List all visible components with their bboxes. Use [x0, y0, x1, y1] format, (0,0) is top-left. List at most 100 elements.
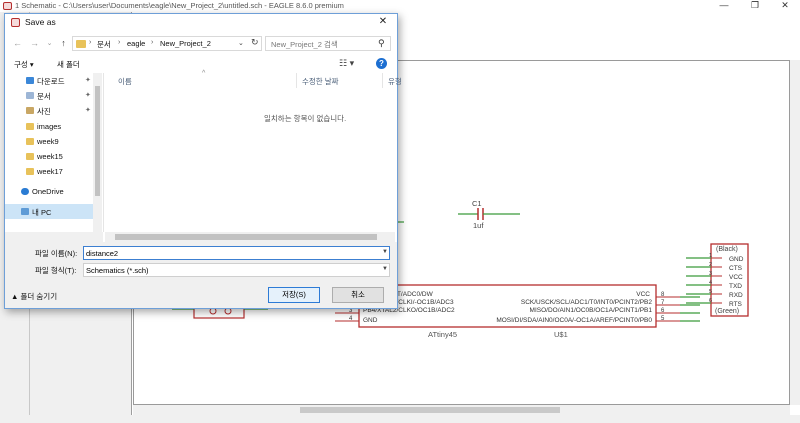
save-form: 파일 이름(N): distance2 ▼ 파일 형식(T): Schemati… — [5, 242, 397, 308]
filename-label: 파일 이름(N): — [35, 249, 78, 258]
ftdi-pin-number: 6 — [709, 298, 712, 304]
attiny-pin-label: MISO/DO/AIN1/OC0B/OC1A/PCINT1/PB1 — [530, 307, 653, 314]
save-button[interactable]: 저장(S) — [268, 287, 320, 303]
c1-value: 1uf — [473, 221, 484, 230]
file-list[interactable]: 이름 ^ 수정한 날짜 유형 일치하는 항목이 없습니다. — [103, 70, 402, 232]
download-folder-icon — [26, 77, 34, 84]
nav-pane-horizontal-scrollbar[interactable] — [5, 232, 103, 242]
ftdi-pins: GND CTS VCC TXD RXD RTS 1 2 3 4 5 6 — [686, 253, 744, 308]
search-placeholder: New_Project_2 검색 — [271, 40, 338, 49]
ftdi-pin-number: 1 — [709, 253, 712, 259]
refresh-icon[interactable]: ↻ — [251, 37, 259, 48]
nav-item-label: week17 — [37, 167, 63, 176]
file-list-scroll-thumb[interactable] — [115, 234, 377, 240]
command-bar: 구성 ▾ 새 폴더 ☷ ▾ ? — [5, 57, 397, 72]
breadcrumb-separator: › — [118, 39, 121, 46]
search-input[interactable]: New_Project_2 검색 ⚲ — [265, 36, 391, 51]
chevron-up-icon: ▲ — [11, 292, 21, 301]
folder-icon — [26, 168, 34, 175]
column-header-date-modified[interactable]: 수정한 날짜 — [302, 76, 339, 87]
column-header-name[interactable]: 이름 — [118, 76, 132, 87]
nav-item-label: OneDrive — [32, 187, 64, 196]
folder-icon — [26, 123, 34, 130]
save-as-dialog: Save as ✕ ← → ⌄ ↑ › 문서 › eagle › New_Pro… — [4, 13, 402, 309]
column-divider[interactable] — [382, 73, 383, 88]
address-dropdown-chevron-icon[interactable]: ⌄ — [238, 39, 244, 47]
dialog-title: Save as — [25, 17, 56, 27]
nav-item-label: week9 — [37, 137, 59, 146]
help-icon[interactable]: ? — [376, 58, 387, 69]
hide-folders-label: 폴더 숨기기 — [20, 292, 58, 301]
computer-icon — [21, 208, 29, 215]
navigation-pane: 다운로드 ✦ 문서 ✦ 사진 ✦ images week9 week15 wee… — [5, 73, 103, 232]
filetype-dropdown-chevron-icon[interactable]: ▼ — [382, 266, 388, 272]
empty-folder-message: 일치하는 항목이 없습니다. — [264, 114, 347, 123]
view-options-icon[interactable]: ☷ ▾ — [339, 58, 354, 69]
search-icon: ⚲ — [378, 38, 385, 48]
onedrive-cloud-icon — [21, 188, 29, 195]
ftdi-pin-label: RXD — [729, 292, 743, 299]
column-divider[interactable] — [296, 73, 297, 88]
attiny-pin-label: SCK/USCK/SCL/ADC1/T0/INT0/PCINT2/PB2 — [521, 299, 653, 306]
filename-input[interactable]: distance2 ▼ — [83, 246, 390, 260]
nav-item-onedrive[interactable]: OneDrive — [5, 184, 93, 199]
nav-item-week9[interactable]: week9 — [5, 134, 93, 149]
eagle-dialog-icon — [11, 18, 20, 27]
forward-arrow-icon[interactable]: → — [28, 37, 41, 50]
attiny-pin-label: GND — [363, 317, 378, 324]
nav-item-pictures[interactable]: 사진 ✦ — [5, 103, 93, 118]
pin-icon: ✦ — [85, 107, 91, 114]
documents-folder-icon — [26, 92, 34, 99]
back-arrow-icon[interactable]: ← — [11, 37, 24, 50]
nav-item-label: week15 — [37, 152, 63, 161]
nav-item-label: 사진 — [37, 107, 51, 116]
nav-item-label: 내 PC — [32, 208, 52, 217]
nav-item-downloads[interactable]: 다운로드 ✦ — [5, 73, 93, 88]
recent-locations-chevron-icon[interactable]: ⌄ — [43, 37, 56, 50]
filename-value: distance2 — [86, 249, 119, 258]
ftdi-pin-number: 2 — [709, 262, 712, 268]
up-arrow-icon[interactable]: ↑ — [57, 37, 70, 50]
cancel-button[interactable]: 취소 — [332, 287, 384, 303]
nav-item-week17[interactable]: week17 — [5, 164, 93, 179]
hide-folders-toggle[interactable]: ▲ 폴더 숨기기 — [11, 291, 57, 302]
breadcrumb-eagle[interactable]: eagle — [127, 39, 145, 48]
ftdi-pin-number: 5 — [709, 289, 712, 295]
breadcrumb-separator: › — [89, 39, 92, 46]
pin-icon: ✦ — [85, 77, 91, 84]
ftdi-pin-label: GND — [729, 256, 744, 263]
attiny-part-name: ATtiny45 — [428, 330, 457, 339]
breadcrumb-new-project-2[interactable]: New_Project_2 — [160, 39, 211, 48]
attiny-instance-name: U$1 — [554, 330, 568, 339]
new-folder-button[interactable]: 새 폴더 — [57, 59, 80, 70]
folder-icon — [26, 153, 34, 160]
attiny-pin-label: MOSI/DI/SDA/AIN0/OC0A/-OC1A/AREF/PCINT0/… — [496, 317, 652, 324]
filetype-value: Schematics (*.sch) — [86, 266, 149, 275]
ftdi-pin-label: CTS — [729, 265, 743, 272]
ftdi-pin-label: TXD — [729, 283, 742, 290]
filename-dropdown-chevron-icon[interactable]: ▼ — [382, 249, 388, 255]
nav-pane-scroll-thumb[interactable] — [95, 86, 100, 196]
nav-item-images[interactable]: images — [5, 119, 93, 134]
organize-button[interactable]: 구성 ▾ — [14, 59, 34, 70]
column-header-type[interactable]: 유형 — [388, 76, 402, 87]
navigation-bar: ← → ⌄ ↑ › 문서 › eagle › New_Project_2 ⌄ ↻… — [5, 34, 397, 54]
filetype-label: 파일 형식(T): — [35, 266, 77, 275]
folder-icon — [26, 138, 34, 145]
address-bar[interactable]: › 문서 › eagle › New_Project_2 ⌄ ↻ — [72, 36, 262, 51]
dialog-titlebar[interactable] — [5, 14, 397, 31]
ftdi-pin-number: 3 — [709, 271, 712, 277]
attiny-pin-label: VCC — [636, 291, 650, 298]
nav-item-label: 문서 — [37, 92, 51, 101]
nav-item-week15[interactable]: week15 — [5, 149, 93, 164]
ftdi-pin-number: 4 — [709, 280, 712, 286]
nav-item-this-pc[interactable]: 내 PC — [5, 204, 93, 219]
filetype-select[interactable]: Schematics (*.sch) ▼ — [83, 263, 390, 277]
dialog-close-button[interactable]: ✕ — [375, 16, 391, 29]
nav-item-documents[interactable]: 문서 ✦ — [5, 88, 93, 103]
sort-chevron-up-icon: ^ — [202, 70, 206, 77]
breadcrumb-documents[interactable]: 문서 — [97, 39, 111, 50]
nav-item-label: 다운로드 — [37, 77, 65, 86]
ftdi-pin-label: VCC — [729, 274, 743, 281]
ftdi-bottom-label: (Green) — [715, 308, 739, 315]
